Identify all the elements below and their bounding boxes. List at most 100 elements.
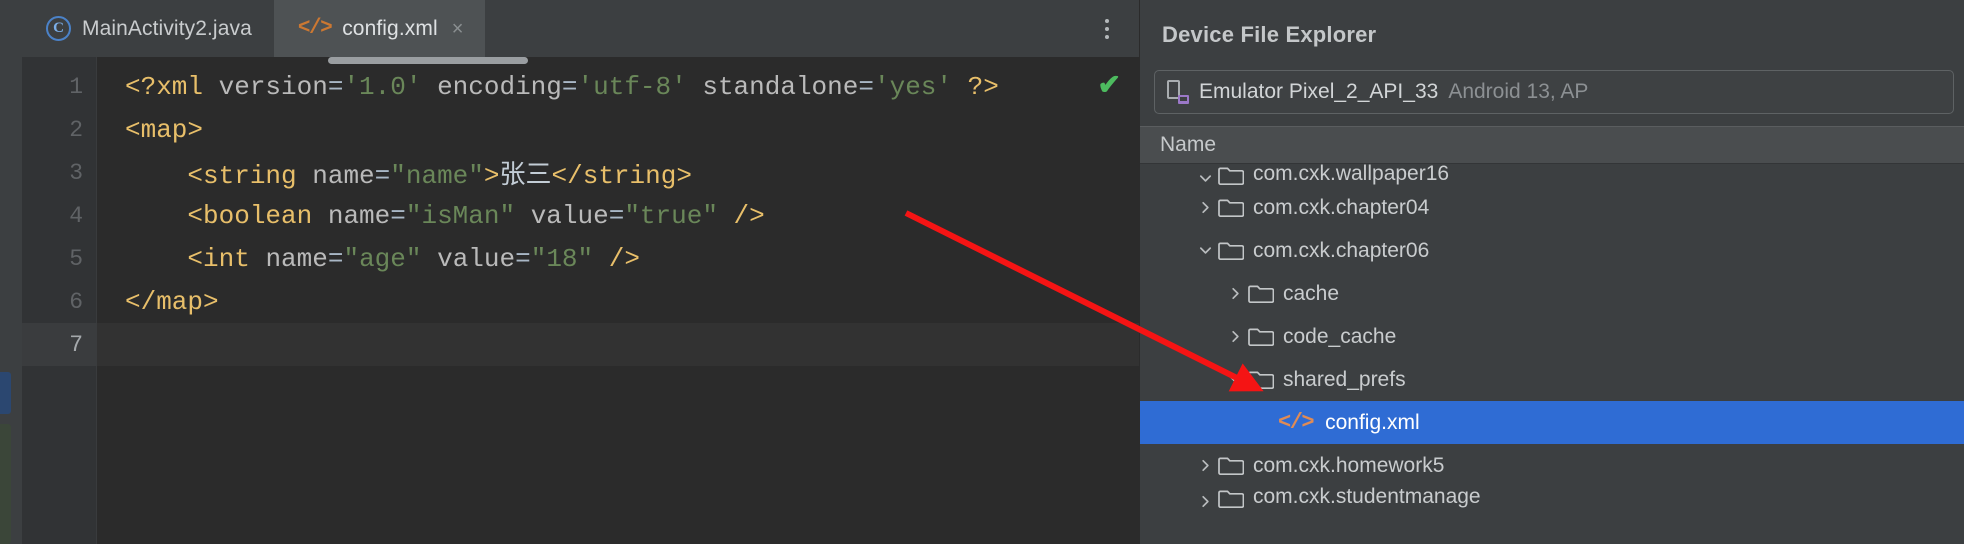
tree-row[interactable]: cache	[1140, 272, 1964, 315]
folder-icon	[1248, 326, 1275, 347]
code-line-text: <map>	[97, 115, 203, 145]
tab-label: MainActivity2.java	[82, 16, 252, 40]
xml-file-icon: </>	[1278, 410, 1315, 435]
folder-icon	[1218, 197, 1245, 218]
line-number[interactable]: 2	[22, 117, 97, 143]
code-token-str: "name"	[390, 161, 484, 191]
device-phone-icon	[1167, 80, 1189, 104]
chevron-right-icon[interactable]	[1192, 200, 1218, 215]
device-name: Emulator Pixel_2_API_33	[1199, 80, 1439, 103]
device-file-explorer-panel: Device File Explorer Emulator Pixel_2_AP…	[1139, 0, 1964, 544]
code-token-str: "isMan"	[405, 200, 516, 231]
tree-row[interactable]: com.cxk.studentmanage	[1140, 487, 1964, 509]
code-token-punc: =	[327, 243, 344, 274]
code-token-attr: name	[327, 200, 391, 231]
close-icon[interactable]: ×	[452, 19, 464, 39]
column-header-name: Name	[1160, 133, 1217, 156]
editor-pane: C MainActivity2.java </> config.xml × ✔ …	[0, 0, 1139, 544]
chevron-down-icon[interactable]	[1192, 171, 1218, 186]
code-token-str: '1.0'	[343, 71, 422, 102]
tab-label: config.xml	[342, 16, 438, 40]
code-token-tag: ?>	[952, 71, 999, 102]
tree-item-label: com.cxk.studentmanage	[1253, 487, 1481, 508]
code-token-txt: 张三	[499, 161, 552, 191]
line-number[interactable]: 7	[22, 332, 97, 358]
code-line[interactable]: 1 <?xml version='1.0' encoding='utf-8' st…	[22, 65, 1139, 108]
chevron-right-icon[interactable]	[1222, 286, 1248, 301]
tree-row[interactable]: code_cache	[1140, 315, 1964, 358]
code-token-attr: encoding	[421, 71, 562, 102]
more-options-icon[interactable]	[1099, 11, 1115, 47]
chevron-right-icon[interactable]	[1222, 329, 1248, 344]
line-number[interactable]: 4	[22, 203, 97, 229]
code-line[interactable]: 7	[22, 323, 1139, 366]
folder-icon	[1218, 455, 1245, 476]
tree-row[interactable]: com.cxk.chapter06	[1140, 229, 1964, 272]
chevron-down-icon[interactable]	[1222, 372, 1248, 387]
code-line[interactable]: 3 <string name="name">张三</string>	[22, 151, 1139, 194]
code-token-attr: name	[265, 243, 328, 274]
line-number[interactable]: 3	[22, 160, 97, 186]
code-line-text: <string name="name">张三</string>	[97, 154, 692, 191]
code-token-tag: <?xml	[125, 71, 219, 102]
tool-window-stripe[interactable]	[0, 0, 22, 544]
tab-mainactivity2-java[interactable]: C MainActivity2.java	[22, 0, 274, 57]
tree-item-label: config.xml	[1325, 410, 1420, 434]
chevron-right-icon[interactable]	[1192, 458, 1218, 473]
code-token-tag: </string>	[551, 161, 692, 191]
tree-row[interactable]: com.cxk.wallpaper16	[1140, 164, 1964, 186]
tree-item-label: com.cxk.homework5	[1253, 453, 1445, 477]
tree-item-label: cache	[1283, 281, 1340, 305]
code-line-text: </map>	[97, 287, 219, 317]
code-lines: 1 <?xml version='1.0' encoding='utf-8' st…	[22, 57, 1139, 366]
folder-icon	[1218, 165, 1245, 186]
tree-row-selected[interactable]: </> config.xml	[1140, 401, 1964, 444]
code-token-tag: />	[717, 200, 765, 231]
code-token-punc: =	[858, 71, 874, 102]
ide-window: C MainActivity2.java </> config.xml × ✔ …	[0, 0, 1964, 544]
chevron-right-icon[interactable]	[1192, 494, 1218, 509]
code-token-punc: =	[374, 161, 391, 191]
tree-item-label: shared_prefs	[1283, 367, 1406, 391]
line-number[interactable]: 6	[22, 289, 97, 315]
device-selector-dropdown[interactable]: Emulator Pixel_2_API_33 Android 13, AP	[1154, 70, 1954, 114]
code-line[interactable]: 4 <boolean name="isMan" value="true" />	[22, 194, 1139, 237]
code-line[interactable]: 5 <int name="age" value="18" />	[22, 237, 1139, 280]
folder-icon	[1218, 240, 1245, 261]
tree-row[interactable]: com.cxk.homework5	[1140, 444, 1964, 487]
horizontal-scroll-thumb[interactable]	[328, 57, 528, 64]
stripe-marker-blue[interactable]	[0, 372, 11, 414]
code-token-attr: standalone	[686, 71, 859, 102]
device-file-tree[interactable]: com.cxk.wallpaper16 com.cxk.chapter04 com.…	[1140, 164, 1964, 544]
code-line[interactable]: 2 <map>	[22, 108, 1139, 151]
code-token-attr: value	[421, 243, 516, 274]
tree-row[interactable]: com.cxk.chapter04	[1140, 186, 1964, 229]
editor-tab-bar: C MainActivity2.java </> config.xml ×	[22, 0, 1139, 57]
code-token-tag: <int	[125, 243, 266, 274]
tree-row[interactable]: shared_prefs	[1140, 358, 1964, 401]
code-token-punc: =	[515, 243, 531, 274]
tree-item-label: com.cxk.chapter06	[1253, 238, 1430, 262]
code-token-str: "age"	[343, 243, 422, 274]
code-token-tag: <map>	[125, 114, 204, 145]
code-line-text: <boolean name="isMan" value="true" />	[97, 200, 765, 231]
code-line[interactable]: 6 </map>	[22, 280, 1139, 323]
device-meta: Android 13, AP	[1448, 80, 1589, 103]
code-token-attr: name	[312, 161, 375, 191]
code-token-str: "18"	[530, 243, 594, 274]
line-number[interactable]: 5	[22, 246, 97, 272]
tree-column-header[interactable]: Name	[1140, 126, 1964, 164]
code-editor[interactable]: ✔ 1 <?xml version='1.0' encoding='utf-8' …	[22, 57, 1139, 544]
chevron-down-icon[interactable]	[1192, 243, 1218, 258]
line-number[interactable]: 1	[22, 74, 97, 100]
code-token-tag: </map>	[125, 286, 219, 317]
tab-config-xml[interactable]: </> config.xml ×	[273, 0, 486, 57]
code-token-attr: version	[218, 71, 328, 102]
stripe-marker-green[interactable]	[0, 424, 11, 544]
code-token-punc: =	[608, 200, 625, 231]
code-token-str: "true"	[624, 200, 718, 231]
code-token-tag: <boolean	[125, 200, 328, 231]
tree-item-label: com.cxk.chapter04	[1253, 195, 1430, 219]
code-token-tag: <string	[125, 161, 313, 191]
code-token-punc: =	[390, 200, 406, 231]
